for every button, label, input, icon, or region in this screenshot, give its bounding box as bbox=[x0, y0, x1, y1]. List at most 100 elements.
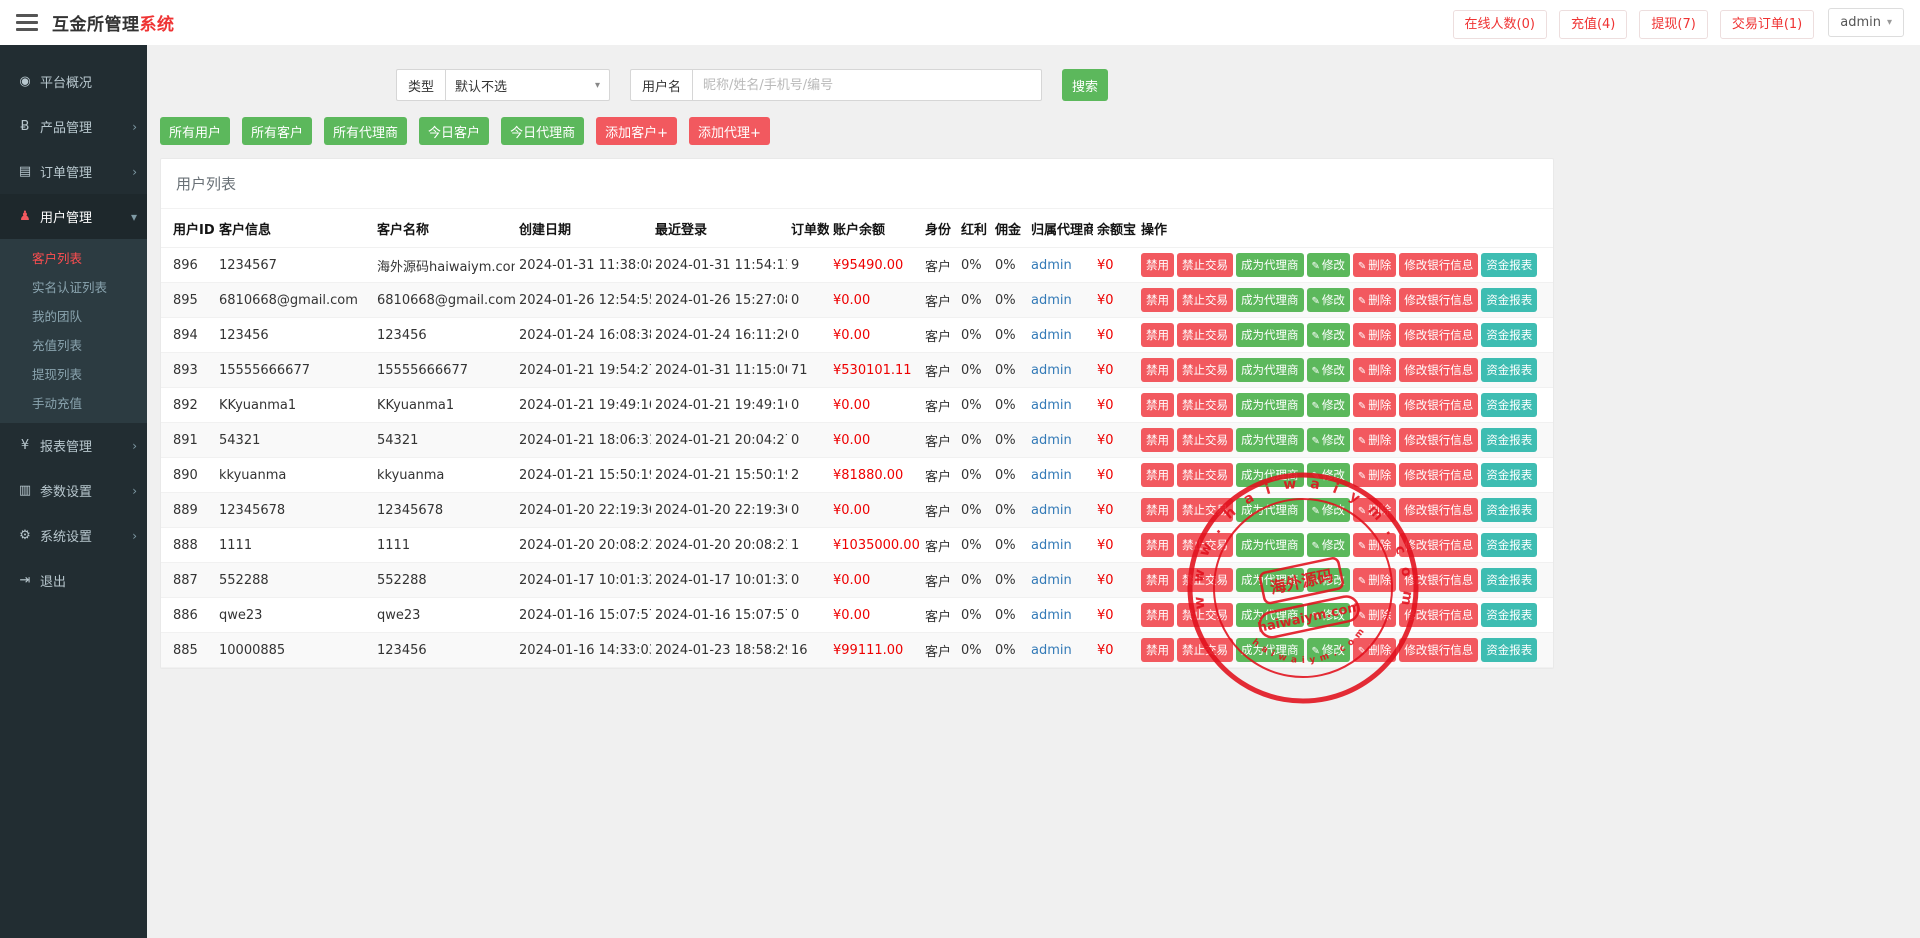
make-agent-button[interactable]: 成为代理商 bbox=[1236, 393, 1304, 417]
disable-button[interactable]: 禁用 bbox=[1141, 393, 1174, 417]
disable-button[interactable]: 禁用 bbox=[1141, 463, 1174, 487]
delete-button[interactable]: ✎ 删除 bbox=[1352, 253, 1397, 277]
username-input[interactable] bbox=[692, 69, 1043, 101]
disable-button[interactable]: 禁用 bbox=[1141, 638, 1174, 662]
funds-report-button[interactable]: 资金报表 bbox=[1481, 288, 1538, 312]
forbid-trade-button[interactable]: 禁止交易 bbox=[1177, 603, 1233, 627]
edit-button[interactable]: ✎ 修改 bbox=[1306, 603, 1350, 627]
recharge-badge[interactable]: 充值(4) bbox=[1558, 10, 1628, 39]
sidebar-item-reports[interactable]: ¥ 报表管理 › bbox=[0, 423, 147, 468]
sidebar-item-system[interactable]: ⚙ 系统设置 › bbox=[0, 513, 147, 558]
make-agent-button[interactable]: 成为代理商 bbox=[1236, 638, 1304, 662]
online-count-badge[interactable]: 在线人数(0) bbox=[1452, 10, 1547, 39]
funds-report-button[interactable]: 资金报表 bbox=[1481, 603, 1538, 627]
edit-button[interactable]: ✎ 修改 bbox=[1306, 533, 1350, 557]
sidebar-subitem-customer-list[interactable]: 客户列表 bbox=[0, 244, 147, 273]
make-agent-button[interactable]: 成为代理商 bbox=[1236, 428, 1304, 452]
funds-report-button[interactable]: 资金报表 bbox=[1481, 463, 1538, 487]
disable-button[interactable]: 禁用 bbox=[1141, 568, 1174, 592]
today-agents-button[interactable]: 今日代理商 bbox=[501, 117, 585, 145]
sidebar-item-params[interactable]: ▥ 参数设置 › bbox=[0, 468, 147, 513]
disable-button[interactable]: 禁用 bbox=[1141, 288, 1174, 312]
disable-button[interactable]: 禁用 bbox=[1141, 428, 1174, 452]
edit-button[interactable]: ✎ 修改 bbox=[1306, 393, 1350, 417]
delete-button[interactable]: ✎ 删除 bbox=[1352, 498, 1397, 522]
delete-button[interactable]: ✎ 删除 bbox=[1352, 288, 1397, 312]
funds-report-button[interactable]: 资金报表 bbox=[1481, 323, 1538, 347]
edit-bank-info-button[interactable]: 修改银行信息 bbox=[1399, 358, 1479, 382]
sidebar-subitem-withdraw-list[interactable]: 提现列表 bbox=[0, 360, 147, 389]
edit-bank-info-button[interactable]: 修改银行信息 bbox=[1399, 393, 1479, 417]
funds-report-button[interactable]: 资金报表 bbox=[1481, 253, 1538, 277]
edit-button[interactable]: ✎ 修改 bbox=[1306, 638, 1350, 662]
delete-button[interactable]: ✎ 删除 bbox=[1352, 428, 1397, 452]
forbid-trade-button[interactable]: 禁止交易 bbox=[1177, 533, 1233, 557]
delete-button[interactable]: ✎ 删除 bbox=[1352, 603, 1397, 627]
edit-bank-info-button[interactable]: 修改银行信息 bbox=[1399, 638, 1479, 662]
edit-button[interactable]: ✎ 修改 bbox=[1306, 498, 1350, 522]
edit-button[interactable]: ✎ 修改 bbox=[1306, 253, 1350, 277]
disable-button[interactable]: 禁用 bbox=[1141, 533, 1174, 557]
disable-button[interactable]: 禁用 bbox=[1141, 358, 1174, 382]
all-agents-button[interactable]: 所有代理商 bbox=[324, 117, 408, 145]
sidebar-subitem-recharge-list[interactable]: 充值列表 bbox=[0, 331, 147, 360]
make-agent-button[interactable]: 成为代理商 bbox=[1236, 253, 1304, 277]
make-agent-button[interactable]: 成为代理商 bbox=[1236, 323, 1304, 347]
make-agent-button[interactable]: 成为代理商 bbox=[1236, 568, 1304, 592]
sidebar-item-orders[interactable]: ▤ 订单管理 › bbox=[0, 149, 147, 194]
edit-button[interactable]: ✎ 修改 bbox=[1306, 323, 1350, 347]
delete-button[interactable]: ✎ 删除 bbox=[1352, 463, 1397, 487]
funds-report-button[interactable]: 资金报表 bbox=[1481, 428, 1538, 452]
delete-button[interactable]: ✎ 删除 bbox=[1352, 393, 1397, 417]
edit-bank-info-button[interactable]: 修改银行信息 bbox=[1399, 323, 1479, 347]
delete-button[interactable]: ✎ 删除 bbox=[1352, 568, 1397, 592]
funds-report-button[interactable]: 资金报表 bbox=[1481, 568, 1538, 592]
sidebar-item-users[interactable]: ♟ 用户管理 ▾ bbox=[0, 194, 147, 239]
delete-button[interactable]: ✎ 删除 bbox=[1352, 533, 1397, 557]
edit-bank-info-button[interactable]: 修改银行信息 bbox=[1399, 568, 1479, 592]
edit-button[interactable]: ✎ 修改 bbox=[1306, 568, 1350, 592]
edit-button[interactable]: ✎ 修改 bbox=[1306, 358, 1350, 382]
edit-button[interactable]: ✎ 修改 bbox=[1306, 428, 1350, 452]
edit-bank-info-button[interactable]: 修改银行信息 bbox=[1399, 603, 1479, 627]
make-agent-button[interactable]: 成为代理商 bbox=[1236, 358, 1304, 382]
delete-button[interactable]: ✎ 删除 bbox=[1352, 323, 1397, 347]
funds-report-button[interactable]: 资金报表 bbox=[1481, 498, 1538, 522]
sidebar-subitem-realname-list[interactable]: 实名认证列表 bbox=[0, 273, 147, 302]
forbid-trade-button[interactable]: 禁止交易 bbox=[1177, 568, 1233, 592]
edit-bank-info-button[interactable]: 修改银行信息 bbox=[1399, 463, 1479, 487]
today-customers-button[interactable]: 今日客户 bbox=[419, 117, 490, 145]
add-agent-button[interactable]: 添加代理+ bbox=[688, 117, 770, 145]
forbid-trade-button[interactable]: 禁止交易 bbox=[1177, 638, 1233, 662]
disable-button[interactable]: 禁用 bbox=[1141, 603, 1174, 627]
funds-report-button[interactable]: 资金报表 bbox=[1481, 533, 1538, 557]
forbid-trade-button[interactable]: 禁止交易 bbox=[1177, 358, 1233, 382]
edit-button[interactable]: ✎ 修改 bbox=[1306, 463, 1350, 487]
search-button[interactable]: 搜索 bbox=[1062, 69, 1109, 101]
make-agent-button[interactable]: 成为代理商 bbox=[1236, 463, 1304, 487]
admin-dropdown[interactable]: admin ▾ bbox=[1828, 8, 1904, 37]
add-customer-button[interactable]: 添加客户+ bbox=[596, 117, 677, 145]
all-users-button[interactable]: 所有用户 bbox=[160, 117, 231, 145]
edit-bank-info-button[interactable]: 修改银行信息 bbox=[1399, 428, 1479, 452]
sidebar-subitem-my-team[interactable]: 我的团队 bbox=[0, 302, 147, 331]
trade-orders-badge[interactable]: 交易订单(1) bbox=[1719, 10, 1815, 39]
edit-bank-info-button[interactable]: 修改银行信息 bbox=[1399, 498, 1479, 522]
forbid-trade-button[interactable]: 禁止交易 bbox=[1177, 428, 1233, 452]
forbid-trade-button[interactable]: 禁止交易 bbox=[1177, 393, 1233, 417]
all-customers-button[interactable]: 所有客户 bbox=[242, 117, 313, 145]
edit-bank-info-button[interactable]: 修改银行信息 bbox=[1399, 533, 1479, 557]
funds-report-button[interactable]: 资金报表 bbox=[1481, 358, 1538, 382]
make-agent-button[interactable]: 成为代理商 bbox=[1236, 533, 1304, 557]
forbid-trade-button[interactable]: 禁止交易 bbox=[1177, 253, 1233, 277]
edit-bank-info-button[interactable]: 修改银行信息 bbox=[1399, 288, 1479, 312]
delete-button[interactable]: ✎ 删除 bbox=[1352, 358, 1397, 382]
withdraw-badge[interactable]: 提现(7) bbox=[1639, 10, 1708, 39]
disable-button[interactable]: 禁用 bbox=[1141, 253, 1174, 277]
make-agent-button[interactable]: 成为代理商 bbox=[1236, 288, 1304, 312]
forbid-trade-button[interactable]: 禁止交易 bbox=[1177, 498, 1233, 522]
forbid-trade-button[interactable]: 禁止交易 bbox=[1177, 288, 1233, 312]
sidebar-item-overview[interactable]: ◉ 平台概况 bbox=[0, 59, 147, 104]
delete-button[interactable]: ✎ 删除 bbox=[1352, 638, 1397, 662]
sidebar-item-products[interactable]: Ƀ 产品管理 › bbox=[0, 104, 147, 149]
